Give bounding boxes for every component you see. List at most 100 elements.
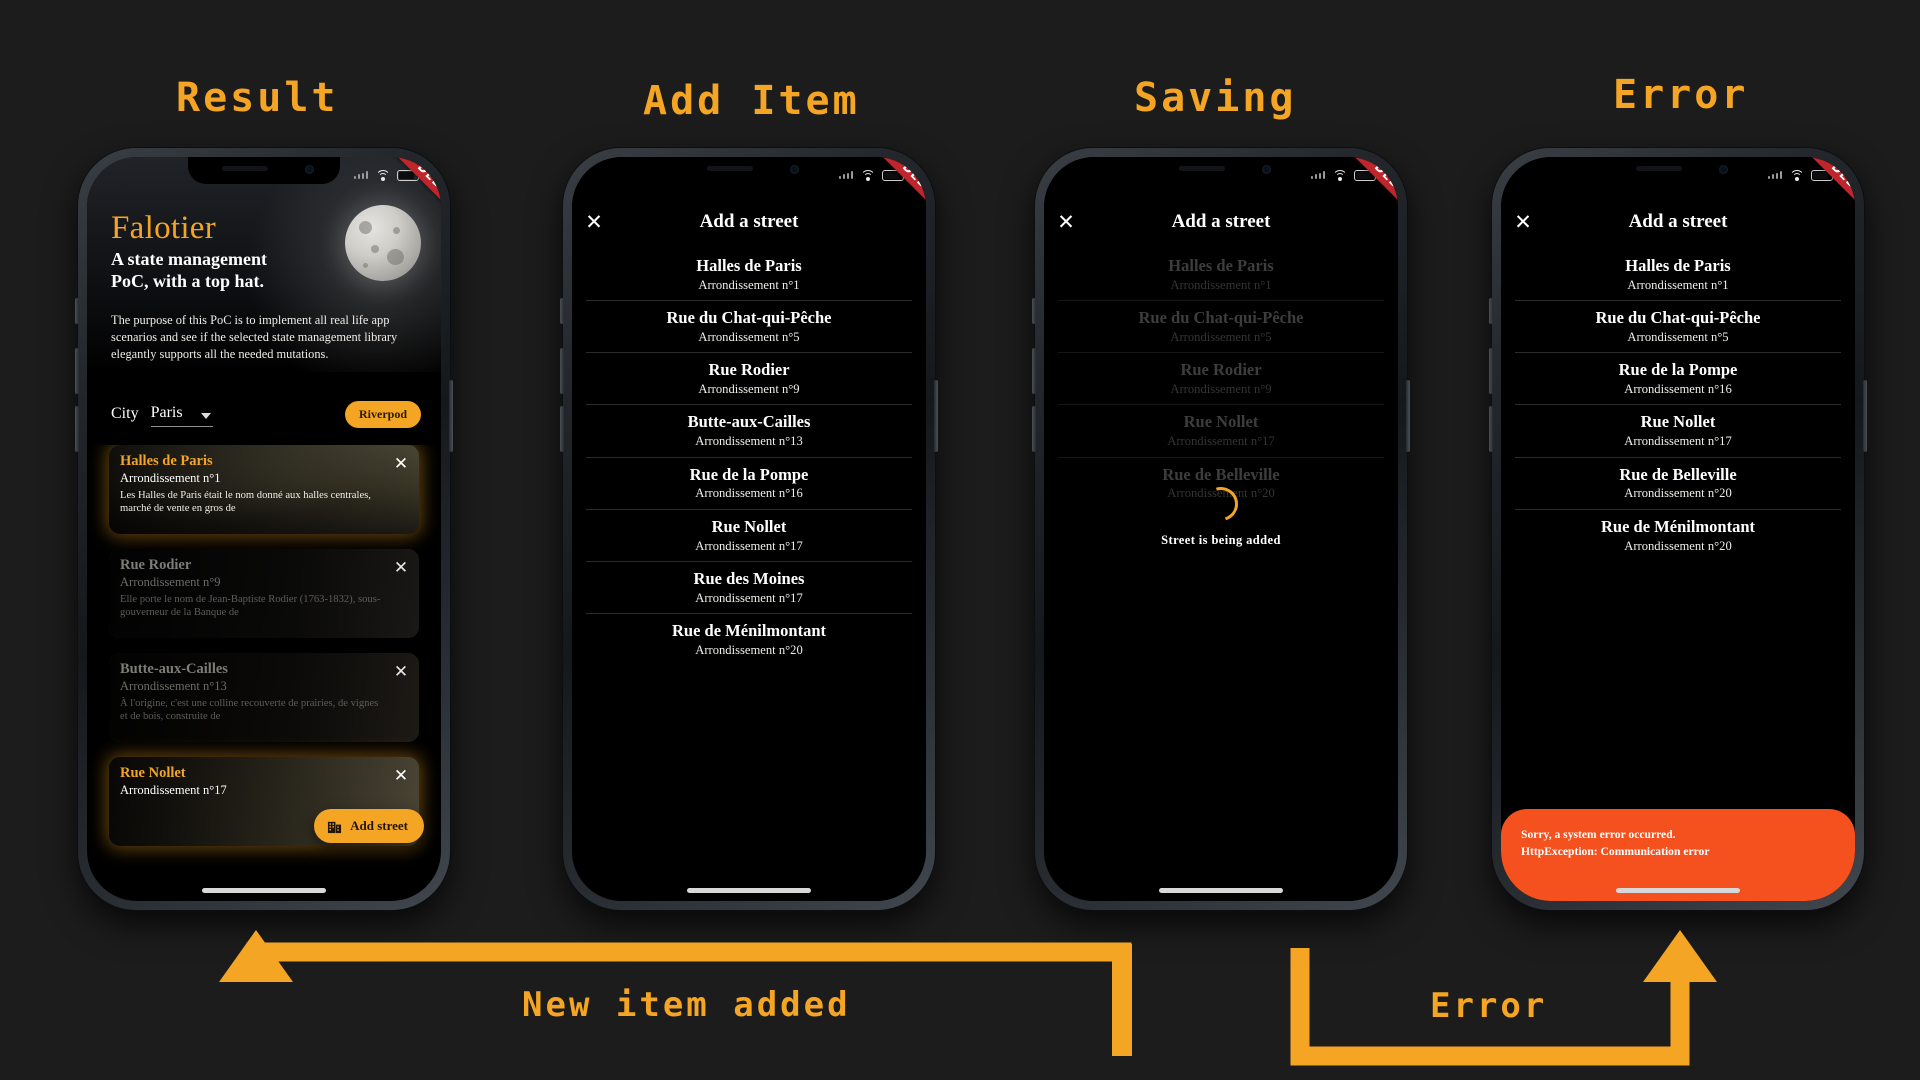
- volume-up-button[interactable]: [1032, 348, 1036, 394]
- card-remove-icon[interactable]: ✕: [391, 662, 411, 682]
- street-arrondissement: Arrondissement n°20: [1624, 538, 1732, 553]
- battery-icon: [1811, 169, 1836, 181]
- notch: [188, 157, 340, 184]
- home-indicator[interactable]: [202, 888, 326, 893]
- card-body: Rue Rodier Arrondissement n°9 Elle porte…: [120, 557, 385, 620]
- signal-icon: [353, 171, 368, 179]
- sheet-title: Add a street: [1171, 211, 1271, 232]
- street-option[interactable]: Rue de Belleville Arrondissement n°20: [1515, 458, 1841, 510]
- phone-add-item: DEBUG ✕ Add a street Halles de Paris Arr…: [560, 148, 938, 910]
- card-remove-icon[interactable]: ✕: [391, 558, 411, 578]
- street-arrondissement: Arrondissement n°17: [695, 590, 803, 605]
- sheet-header: ✕ Add a street: [1044, 199, 1398, 245]
- wifi-icon: [860, 169, 875, 181]
- close-icon[interactable]: ✕: [572, 210, 616, 234]
- notch: [673, 157, 825, 184]
- mute-switch[interactable]: [1032, 298, 1036, 324]
- volume-up-button[interactable]: [560, 348, 564, 394]
- add-street-button[interactable]: Add street: [314, 809, 424, 843]
- saving-overlay: Street is being added: [1044, 481, 1398, 548]
- column-title-error: Error: [1613, 72, 1749, 118]
- street-card[interactable]: Rue Rodier Arrondissement n°9 Elle porte…: [109, 549, 419, 638]
- street-name: Rue des Moines: [693, 568, 805, 588]
- volume-down-button[interactable]: [1032, 406, 1036, 452]
- home-indicator[interactable]: [1616, 888, 1740, 893]
- street-option[interactable]: Rue Nollet Arrondissement n°17: [1515, 405, 1841, 458]
- battery-icon: [397, 169, 422, 181]
- mute-switch[interactable]: [560, 298, 564, 324]
- power-button[interactable]: [1406, 380, 1410, 452]
- speaker: [707, 166, 753, 171]
- street-option[interactable]: Rue Rodier Arrondissement n°9: [586, 353, 912, 406]
- street-name: Rue de Belleville: [1162, 464, 1280, 484]
- volume-down-button[interactable]: [1489, 406, 1493, 452]
- street-option[interactable]: Butte-aux-Cailles Arrondissement n°13: [586, 405, 912, 458]
- home-indicator[interactable]: [687, 888, 811, 893]
- street-card[interactable]: Butte-aux-Cailles Arrondissement n°13 À …: [109, 653, 419, 742]
- volume-down-button[interactable]: [75, 406, 79, 452]
- street-option[interactable]: Halles de Paris Arrondissement n°1: [586, 249, 912, 302]
- card-body: Halles de Paris Arrondissement n°1 Les H…: [120, 453, 385, 516]
- mute-switch[interactable]: [1489, 298, 1493, 324]
- card-arrondissement: Arrondissement n°1: [120, 471, 221, 486]
- street-option[interactable]: Rue du Chat-qui-Pêche Arrondissement n°5: [586, 301, 912, 354]
- street-option[interactable]: Rue de la Pompe Arrondissement n°16: [586, 458, 912, 510]
- street-option[interactable]: Rue de Ménilmontant Arrondissement n°20: [1515, 510, 1841, 561]
- volume-down-button[interactable]: [560, 406, 564, 452]
- speaker: [1179, 166, 1225, 171]
- street-option[interactable]: Rue Nollet Arrondissement n°17: [586, 510, 912, 562]
- street-option[interactable]: Rue de la Pompe Arrondissement n°16: [1515, 353, 1841, 406]
- city-dropdown[interactable]: Paris: [150, 402, 213, 427]
- close-icon[interactable]: ✕: [1044, 210, 1088, 234]
- mute-switch[interactable]: [75, 298, 79, 324]
- street-name: Rue Nollet: [1640, 412, 1716, 432]
- phone-result: DEBUG Falotier A state management PoC, w…: [75, 148, 453, 910]
- sheet-header: ✕ Add a street: [1501, 199, 1855, 245]
- street-name: Halles de Paris: [1168, 256, 1274, 275]
- street-option-list[interactable]: Halles de Paris Arrondissement n°1 Rue d…: [1515, 249, 1841, 561]
- notch: [1145, 157, 1297, 184]
- street-arrondissement: Arrondissement n°17: [1624, 434, 1732, 449]
- volume-up-button[interactable]: [1489, 348, 1493, 394]
- volume-up-button[interactable]: [75, 348, 79, 394]
- street-arrondissement: Arrondissement n°13: [695, 434, 803, 449]
- street-name: Butte-aux-Cailles: [687, 412, 811, 432]
- card-remove-icon[interactable]: ✕: [391, 766, 411, 786]
- wifi-icon: [1789, 169, 1804, 181]
- card-description: À l'origine, c'est une colline recouvert…: [120, 698, 379, 723]
- close-icon[interactable]: ✕: [1501, 210, 1545, 234]
- column-title-saving: Saving: [1134, 75, 1297, 121]
- street-name: Rue Nollet: [1183, 412, 1259, 432]
- card-title: Rue Rodier: [120, 557, 192, 573]
- street-arrondissement: Arrondissement n°9: [698, 382, 800, 397]
- power-button[interactable]: [1863, 380, 1867, 452]
- battery-icon: [882, 169, 907, 181]
- battery-icon: [1354, 169, 1379, 181]
- street-card[interactable]: Halles de Paris Arrondissement n°1 Les H…: [109, 445, 419, 534]
- loading-spinner-icon: [1198, 481, 1244, 527]
- building-icon: [328, 821, 342, 833]
- street-name: Rue de Belleville: [1619, 464, 1737, 484]
- street-option[interactable]: Halles de Paris Arrondissement n°1: [1515, 249, 1841, 302]
- street-name: Rue Nollet: [711, 516, 787, 536]
- street-option-list[interactable]: Halles de Paris Arrondissement n°1 Rue d…: [586, 249, 912, 665]
- street-option[interactable]: Rue du Chat-qui-Pêche Arrondissement n°5: [1515, 301, 1841, 354]
- street-arrondissement: Arrondissement n°1: [1627, 277, 1729, 292]
- street-option[interactable]: Rue de Ménilmontant Arrondissement n°20: [586, 614, 912, 665]
- street-arrondissement: Arrondissement n°17: [695, 538, 803, 553]
- street-arrondissement: Arrondissement n°5: [1627, 329, 1729, 344]
- app-header: Falotier A state management PoC, with a …: [111, 211, 331, 293]
- card-description: Elle porte le nom de Jean-Baptiste Rodie…: [120, 594, 381, 619]
- street-arrondissement: Arrondissement n°16: [1624, 382, 1732, 397]
- error-line-2: HttpException: Communication error: [1521, 844, 1710, 858]
- power-button[interactable]: [934, 380, 938, 452]
- street-name: Rue du Chat-qui-Pêche: [666, 308, 832, 328]
- app-tagline-line1: A state management: [111, 248, 267, 269]
- power-button[interactable]: [449, 380, 453, 452]
- home-indicator[interactable]: [1159, 888, 1283, 893]
- street-arrondissement: Arrondissement n°9: [1170, 382, 1272, 397]
- card-remove-icon[interactable]: ✕: [391, 454, 411, 474]
- city-selector-row: City Paris Riverpod: [111, 397, 421, 431]
- street-option[interactable]: Rue des Moines Arrondissement n°17: [586, 562, 912, 615]
- card-title: Butte-aux-Cailles: [120, 661, 228, 677]
